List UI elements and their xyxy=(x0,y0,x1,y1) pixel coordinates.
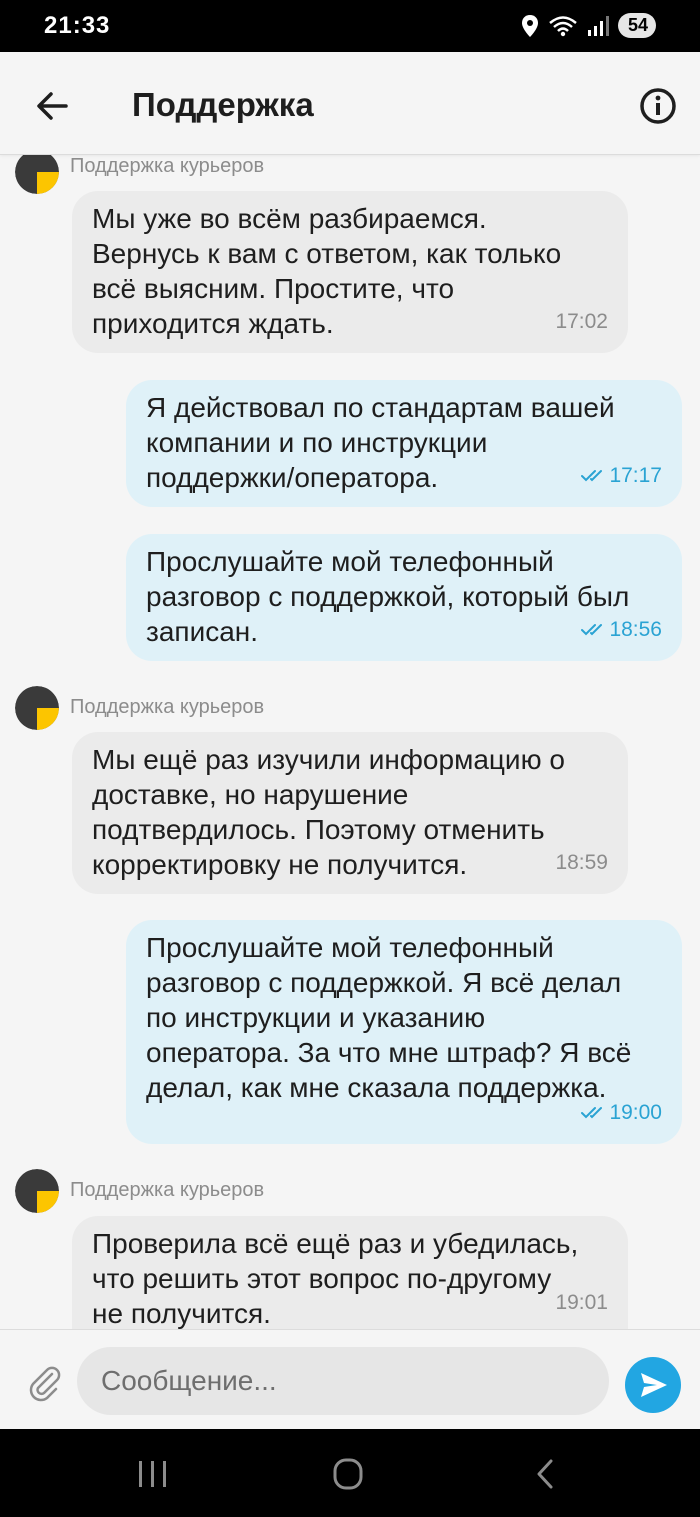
message-composer xyxy=(0,1329,700,1430)
system-nav-bar xyxy=(0,1429,700,1517)
incoming-message-bubble: Мы ещё раз изучили информацию о доставке… xyxy=(72,732,628,894)
double-check-icon xyxy=(581,470,603,482)
home-icon[interactable] xyxy=(328,1457,368,1491)
sender-name: Поддержка курьеров xyxy=(70,155,265,177)
message-time: 19:00 xyxy=(609,1101,662,1124)
support-avatar xyxy=(15,1169,59,1213)
message-text: Проверила всё ещё раз и убедилась, что р… xyxy=(92,1228,579,1329)
message-status: 17:17 xyxy=(581,458,662,493)
page-title: Поддержка xyxy=(132,86,314,123)
wifi-icon xyxy=(549,15,577,36)
outgoing-message-bubble: Я действовал по стандартам вашей компани… xyxy=(126,380,682,507)
double-check-icon xyxy=(581,1107,603,1119)
support-avatar xyxy=(15,155,59,194)
recent-apps-icon[interactable] xyxy=(133,1457,173,1491)
info-icon[interactable] xyxy=(636,84,680,128)
message-text: Мы ещё раз изучили информацию о доставке… xyxy=(92,744,565,880)
outgoing-message-bubble: Прослушайте мой телефонный разговор с по… xyxy=(126,920,682,1144)
paperclip-icon[interactable] xyxy=(24,1362,64,1402)
status-time: 21:33 xyxy=(44,12,111,39)
incoming-message-bubble: Мы уже во всём разбираемся. Вернусь к ва… xyxy=(72,191,628,353)
sender-name: Поддержка курьеров xyxy=(70,1179,265,1201)
message-status: 19:00 xyxy=(581,1095,662,1130)
message-time: 17:17 xyxy=(609,464,662,487)
message-input[interactable] xyxy=(77,1347,609,1415)
message-time: 17:02 xyxy=(555,310,608,333)
message-status: 18:56 xyxy=(581,612,662,647)
signal-icon xyxy=(587,15,609,36)
battery-indicator: 54 xyxy=(617,13,656,38)
message-text: Прослушайте мой телефонный разговор с по… xyxy=(146,932,632,1103)
send-button[interactable] xyxy=(625,1357,681,1413)
sender-name: Поддержка курьеров xyxy=(70,696,265,718)
location-icon xyxy=(521,14,538,37)
message-time: 19:01 xyxy=(555,1291,608,1314)
app-bar: Поддержка xyxy=(0,52,700,155)
outgoing-message-bubble: Прослушайте мой телефонный разговор с по… xyxy=(126,534,682,661)
chat-message-list[interactable]: Поддержка курьеров Мы уже во всём разбир… xyxy=(0,155,700,1329)
back-arrow-icon[interactable] xyxy=(30,84,74,128)
send-icon xyxy=(641,1373,667,1397)
message-time: 18:59 xyxy=(555,851,608,874)
double-check-icon xyxy=(581,624,603,636)
incoming-message-bubble: Проверила всё ещё раз и убедилась, что р… xyxy=(72,1216,628,1329)
message-text: Мы уже во всём разбираемся. Вернусь к ва… xyxy=(92,203,562,339)
message-time: 18:56 xyxy=(609,618,662,641)
support-avatar xyxy=(15,686,59,730)
status-bar: 21:33 54 xyxy=(0,0,700,52)
back-icon[interactable] xyxy=(525,1457,565,1491)
status-icons: 54 xyxy=(520,13,656,38)
